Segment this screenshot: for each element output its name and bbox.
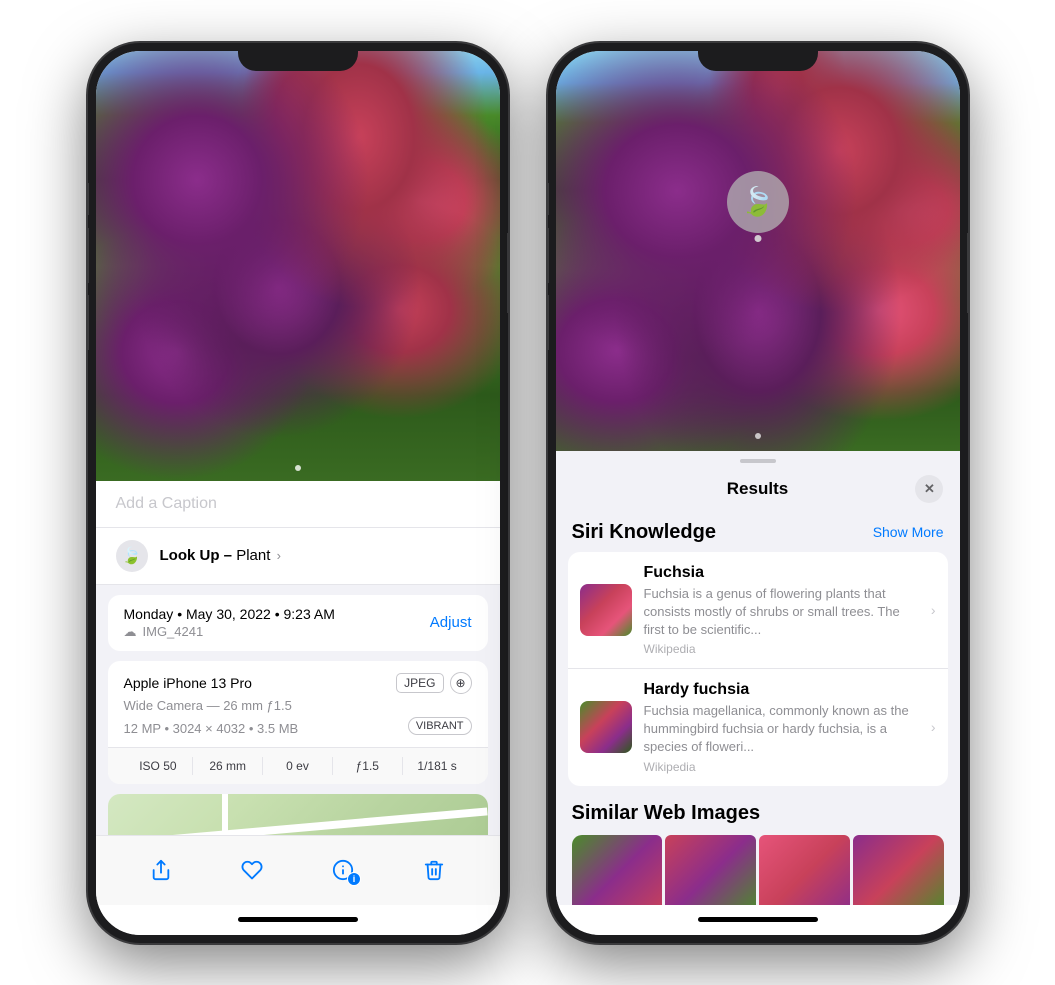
- camera-badges: JPEG ⊕: [396, 672, 471, 694]
- similar-web-title: Similar Web Images: [572, 802, 944, 825]
- results-title: Results: [727, 479, 788, 499]
- iso-value: ISO 50: [124, 757, 194, 775]
- photo-page-indicator: [295, 465, 301, 471]
- hardy-fuchsia-chevron-icon: ›: [931, 719, 936, 735]
- web-image-2[interactable]: [665, 835, 756, 905]
- fuchsia-chevron-icon: ›: [931, 602, 936, 618]
- info-badge: i: [347, 872, 361, 886]
- camera-card: Apple iPhone 13 Pro JPEG ⊕ Wide Camera —…: [108, 661, 488, 784]
- lookup-row[interactable]: 🍃 Look Up – Plant ›: [96, 528, 500, 585]
- siri-dot: [754, 235, 761, 242]
- phone2-power-button: [967, 233, 968, 313]
- phone-1: Add a Caption 🍃 Look Up – Plant › Mon: [88, 43, 508, 943]
- knowledge-card: Fuchsia Fuchsia is a genus of flowering …: [568, 552, 948, 786]
- home-bar: [238, 917, 358, 922]
- home-indicator: [96, 905, 500, 935]
- filename: IMG_4241: [143, 624, 204, 639]
- info-button[interactable]: i: [321, 848, 365, 892]
- volume-up-button: [88, 228, 89, 283]
- phone1-screen: Add a Caption 🍃 Look Up – Plant › Mon: [96, 51, 500, 935]
- phone-notch: [238, 43, 358, 71]
- siri-knowledge-header: Siri Knowledge Show More: [556, 515, 960, 552]
- vibrant-badge: VIBRANT: [408, 717, 472, 735]
- date-row: Monday • May 30, 2022 • 9:23 AM ☁ IMG_42…: [108, 595, 488, 651]
- lookup-text[interactable]: Look Up – Plant ›: [160, 547, 281, 564]
- camera-specs: 12 MP • 3024 × 4032 • 3.5 MB: [124, 721, 299, 736]
- location-icon: ⊕: [450, 672, 472, 694]
- phone2-mute-button: [548, 183, 549, 215]
- hardy-fuchsia-source: Wikipedia: [644, 760, 919, 774]
- camera-lens: Wide Camera — 26 mm ƒ1.5: [124, 698, 472, 713]
- web-images-row: [572, 835, 944, 905]
- map-background: [108, 794, 488, 835]
- cloud-icon: ☁: [124, 624, 137, 640]
- hardy-fuchsia-name: Hardy fuchsia: [644, 681, 919, 699]
- info-section[interactable]: Add a Caption 🍃 Look Up – Plant › Mon: [96, 481, 500, 835]
- camera-row: Apple iPhone 13 Pro JPEG ⊕ Wide Camera —…: [108, 661, 488, 748]
- similar-web-section: Similar Web Images: [556, 788, 960, 905]
- aperture-value: ƒ1.5: [333, 757, 403, 775]
- phone1-content: Add a Caption 🍃 Look Up – Plant › Mon: [96, 51, 500, 935]
- fuchsia-description: Fuchsia is a genus of flowering plants t…: [644, 585, 919, 640]
- hardy-fuchsia-thumbnail: [580, 701, 632, 753]
- caption-placeholder[interactable]: Add a Caption: [116, 495, 217, 512]
- fuchsia-thumbnail: [580, 584, 632, 636]
- dot-row: [755, 433, 761, 439]
- show-more-button[interactable]: Show More: [873, 524, 944, 540]
- siri-leaf-icon: 🍃: [740, 185, 775, 218]
- camera-model: Apple iPhone 13 Pro: [124, 675, 252, 691]
- photo-date: Monday • May 30, 2022 • 9:23 AM: [124, 606, 335, 622]
- shutter-value: 1/181 s: [403, 757, 472, 775]
- caption-field[interactable]: Add a Caption: [96, 481, 500, 528]
- results-sheet[interactable]: Results ✕ Siri Knowledge Show More: [556, 451, 960, 905]
- hardy-fuchsia-info: Hardy fuchsia Fuchsia magellanica, commo…: [644, 681, 919, 774]
- flower-photo[interactable]: [96, 51, 500, 481]
- web-image-1[interactable]: [572, 835, 663, 905]
- sheet-handle: [740, 459, 776, 463]
- phone2-home-indicator: [556, 905, 960, 935]
- phone2-volume-up: [548, 228, 549, 283]
- share-button[interactable]: [139, 848, 183, 892]
- siri-recognition-circle: 🍃: [727, 171, 789, 233]
- siri-knowledge-title: Siri Knowledge: [572, 521, 716, 544]
- focal-length-value: 26 mm: [193, 757, 263, 775]
- hardy-fuchsia-item[interactable]: Hardy fuchsia Fuchsia magellanica, commo…: [568, 669, 948, 786]
- mute-button: [88, 183, 89, 215]
- phone2-content: 🍃 Results ✕ Siri Knowledge Show: [556, 51, 960, 935]
- phone2-notch: [698, 43, 818, 71]
- results-header: Results ✕: [556, 471, 960, 515]
- delete-button[interactable]: [412, 848, 456, 892]
- exif-row: ISO 50 26 mm 0 ev ƒ1.5 1/181 s: [108, 748, 488, 784]
- siri-leaf-icon: 🍃: [116, 540, 148, 572]
- fuchsia-info: Fuchsia Fuchsia is a genus of flowering …: [644, 564, 919, 657]
- favorite-button[interactable]: [230, 848, 274, 892]
- adjust-button[interactable]: Adjust: [430, 614, 472, 631]
- fuchsia-item[interactable]: Fuchsia Fuchsia is a genus of flowering …: [568, 552, 948, 670]
- power-button: [507, 233, 508, 313]
- fuchsia-name: Fuchsia: [644, 564, 919, 582]
- web-image-3[interactable]: [759, 835, 850, 905]
- format-badge: JPEG: [396, 673, 443, 693]
- fuchsia-source: Wikipedia: [644, 642, 919, 656]
- volume-down-button: [88, 295, 89, 350]
- phone-2: 🍃 Results ✕ Siri Knowledge Show: [548, 43, 968, 943]
- phone2-volume-down: [548, 295, 549, 350]
- exposure-value: 0 ev: [263, 757, 333, 775]
- phone2-flower-photo: 🍃: [556, 51, 960, 451]
- web-image-4[interactable]: [853, 835, 944, 905]
- bottom-toolbar: i: [96, 835, 500, 905]
- map-section[interactable]: [108, 794, 488, 835]
- phone2-home-bar: [698, 917, 818, 922]
- metadata-card: Monday • May 30, 2022 • 9:23 AM ☁ IMG_42…: [108, 595, 488, 651]
- phone2-screen: 🍃 Results ✕ Siri Knowledge Show: [556, 51, 960, 935]
- close-button[interactable]: ✕: [915, 475, 943, 503]
- hardy-fuchsia-description: Fuchsia magellanica, commonly known as t…: [644, 702, 919, 757]
